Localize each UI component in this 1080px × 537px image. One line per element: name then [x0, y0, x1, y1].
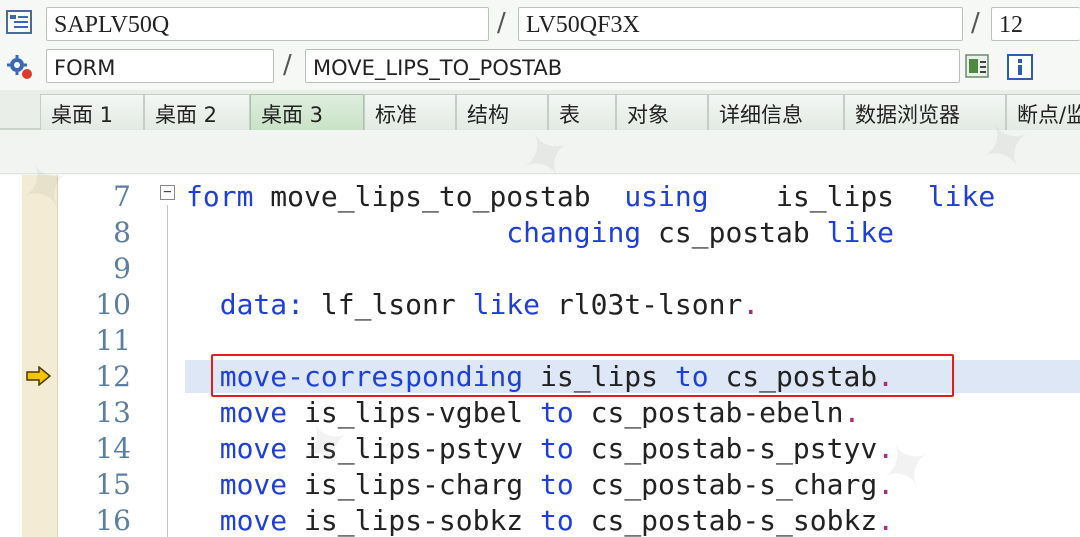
code-token: cs_postab: [641, 216, 827, 249]
tab-structure[interactable]: 结构: [456, 94, 548, 130]
code-keyword: to: [540, 504, 574, 537]
code-keyword: move: [186, 432, 288, 465]
line-number: 14: [95, 432, 131, 465]
line-number: 15: [95, 468, 131, 501]
program-tree-icon[interactable]: [6, 10, 34, 36]
code-text: move-corresponding is_lips to cs_postab.: [186, 360, 894, 393]
code-text: form move_lips_to_postab using is_lips l…: [186, 180, 995, 213]
tab-desktop-1[interactable]: 桌面 1: [40, 94, 144, 130]
line-number: 10: [95, 288, 131, 321]
current-line-arrow-icon: [26, 366, 52, 386]
code-keyword: data:: [186, 288, 305, 321]
desktop-tab-bar: 桌面 1 桌面 2 桌面 3 标准 结构 表 对象 详细信息 数据浏览器 断点/…: [0, 90, 1080, 130]
code-line[interactable]: 15 move is_lips-charg to cs_postab-s_cha…: [0, 466, 1080, 502]
code-keyword: using: [624, 180, 709, 213]
code-line[interactable]: 14 move is_lips-pstyv to cs_postab-s_pst…: [0, 430, 1080, 466]
code-keyword: changing: [506, 216, 642, 249]
line-number: 16: [95, 504, 131, 537]
code-token: move_lips_to_postab: [253, 180, 625, 213]
info-icon[interactable]: [1006, 53, 1034, 81]
tab-desktop-3[interactable]: 桌面 3: [250, 94, 364, 130]
code-token: cs_postab-s_charg: [573, 468, 878, 501]
editor-top-bar: [0, 132, 1080, 174]
event-name-field[interactable]: MOVE_LIPS_TO_POSTAB: [305, 49, 960, 83]
code-line[interactable]: 10 data: lf_lsonr like rl03t-lsonr.: [0, 286, 1080, 322]
code-token: is_lips-sobkz: [287, 504, 541, 537]
code-terminator: .: [843, 396, 861, 429]
code-terminator: .: [877, 468, 895, 501]
code-token: cs_postab: [708, 360, 878, 393]
code-token: cs_postab-s_sobkz: [573, 504, 878, 537]
code-text: move is_lips-vgbel to cs_postab-ebeln.: [186, 396, 861, 429]
code-line[interactable]: 9: [0, 250, 1080, 286]
line-number: 11: [95, 324, 131, 357]
code-terminator: .: [742, 288, 760, 321]
tab-desktop-2[interactable]: 桌面 2: [144, 94, 250, 130]
code-keyword: move: [186, 396, 288, 429]
tab-objects[interactable]: 对象: [616, 94, 708, 130]
code-token: cs_postab-ebeln: [573, 396, 844, 429]
code-terminator: .: [877, 360, 895, 393]
code-keyword: move: [186, 504, 288, 537]
code-text: changing cs_postab like: [186, 216, 894, 249]
program-field[interactable]: SAPLV50Q: [46, 7, 489, 41]
tab-standard[interactable]: 标准: [364, 94, 456, 130]
code-line[interactable]: 7 form move_lips_to_postab using is_lips …: [0, 178, 1080, 214]
code-keyword: to: [540, 468, 574, 501]
code-terminator: .: [877, 504, 895, 537]
line-number: 12: [95, 360, 131, 393]
code-token: cs_postab-s_pstyv: [573, 432, 878, 465]
code-token: is_lips-charg: [287, 468, 541, 501]
code-text: move is_lips-pstyv to cs_postab-s_pstyv.: [186, 432, 894, 465]
event-header-row: FORM / MOVE_LIPS_TO_POSTAB: [0, 44, 1080, 90]
separator: /: [283, 50, 292, 80]
separator: /: [971, 8, 980, 38]
code-keyword: like: [927, 180, 996, 213]
code-keyword: move: [186, 468, 288, 501]
code-line[interactable]: 13 move is_lips-vgbel to cs_postab-ebeln…: [0, 394, 1080, 430]
separator: /: [497, 8, 506, 38]
line-number: 7: [113, 180, 131, 213]
code-token: is_lips: [708, 180, 928, 213]
code-text: move is_lips-charg to cs_postab-s_charg.: [186, 468, 894, 501]
navigate-icon[interactable]: [963, 52, 993, 82]
include-field[interactable]: LV50QF3X: [518, 7, 963, 41]
code-token: is_lips-vgbel: [287, 396, 541, 429]
code-line[interactable]: 12 move-corresponding is_lips to cs_post…: [0, 358, 1080, 394]
code-terminator: .: [877, 432, 895, 465]
line-number: 8: [113, 216, 131, 249]
tab-data-browser[interactable]: 数据浏览器: [844, 94, 1006, 130]
code-keyword: to: [674, 360, 709, 393]
tab-breakpoints[interactable]: 断点/监: [1006, 94, 1080, 130]
code-line[interactable]: 16 move is_lips-sobkz to cs_postab-s_sob…: [0, 502, 1080, 537]
code-token: is_lips-pstyv: [287, 432, 541, 465]
code-text: move is_lips-sobkz to cs_postab-s_sobkz.: [186, 504, 894, 537]
line-number: 9: [113, 252, 131, 285]
gear-event-icon[interactable]: [6, 54, 34, 80]
code-token: lf_lsonr: [304, 288, 473, 321]
code-keyword: to: [540, 396, 574, 429]
code-line[interactable]: 11: [0, 322, 1080, 358]
code-keyword: form: [186, 180, 254, 213]
code-keyword: like: [826, 216, 895, 249]
code-keyword: move-corresponding: [186, 360, 524, 393]
line-number-field[interactable]: 12: [991, 7, 1080, 41]
tab-details[interactable]: 详细信息: [708, 94, 844, 130]
code-keyword: like: [472, 288, 541, 321]
code-token: rl03t-lsonr: [540, 288, 743, 321]
code-token: is_lips: [523, 360, 675, 393]
code-line[interactable]: 8 changing cs_postab like: [0, 214, 1080, 250]
code-text: data: lf_lsonr like rl03t-lsonr.: [186, 288, 759, 321]
code-keyword: to: [540, 432, 574, 465]
program-header-row: SAPLV50Q / LV50QF3X / 12: [0, 0, 1080, 44]
line-number: 13: [95, 396, 131, 429]
tab-table[interactable]: 表: [548, 94, 616, 130]
event-type-field[interactable]: FORM: [46, 49, 274, 83]
